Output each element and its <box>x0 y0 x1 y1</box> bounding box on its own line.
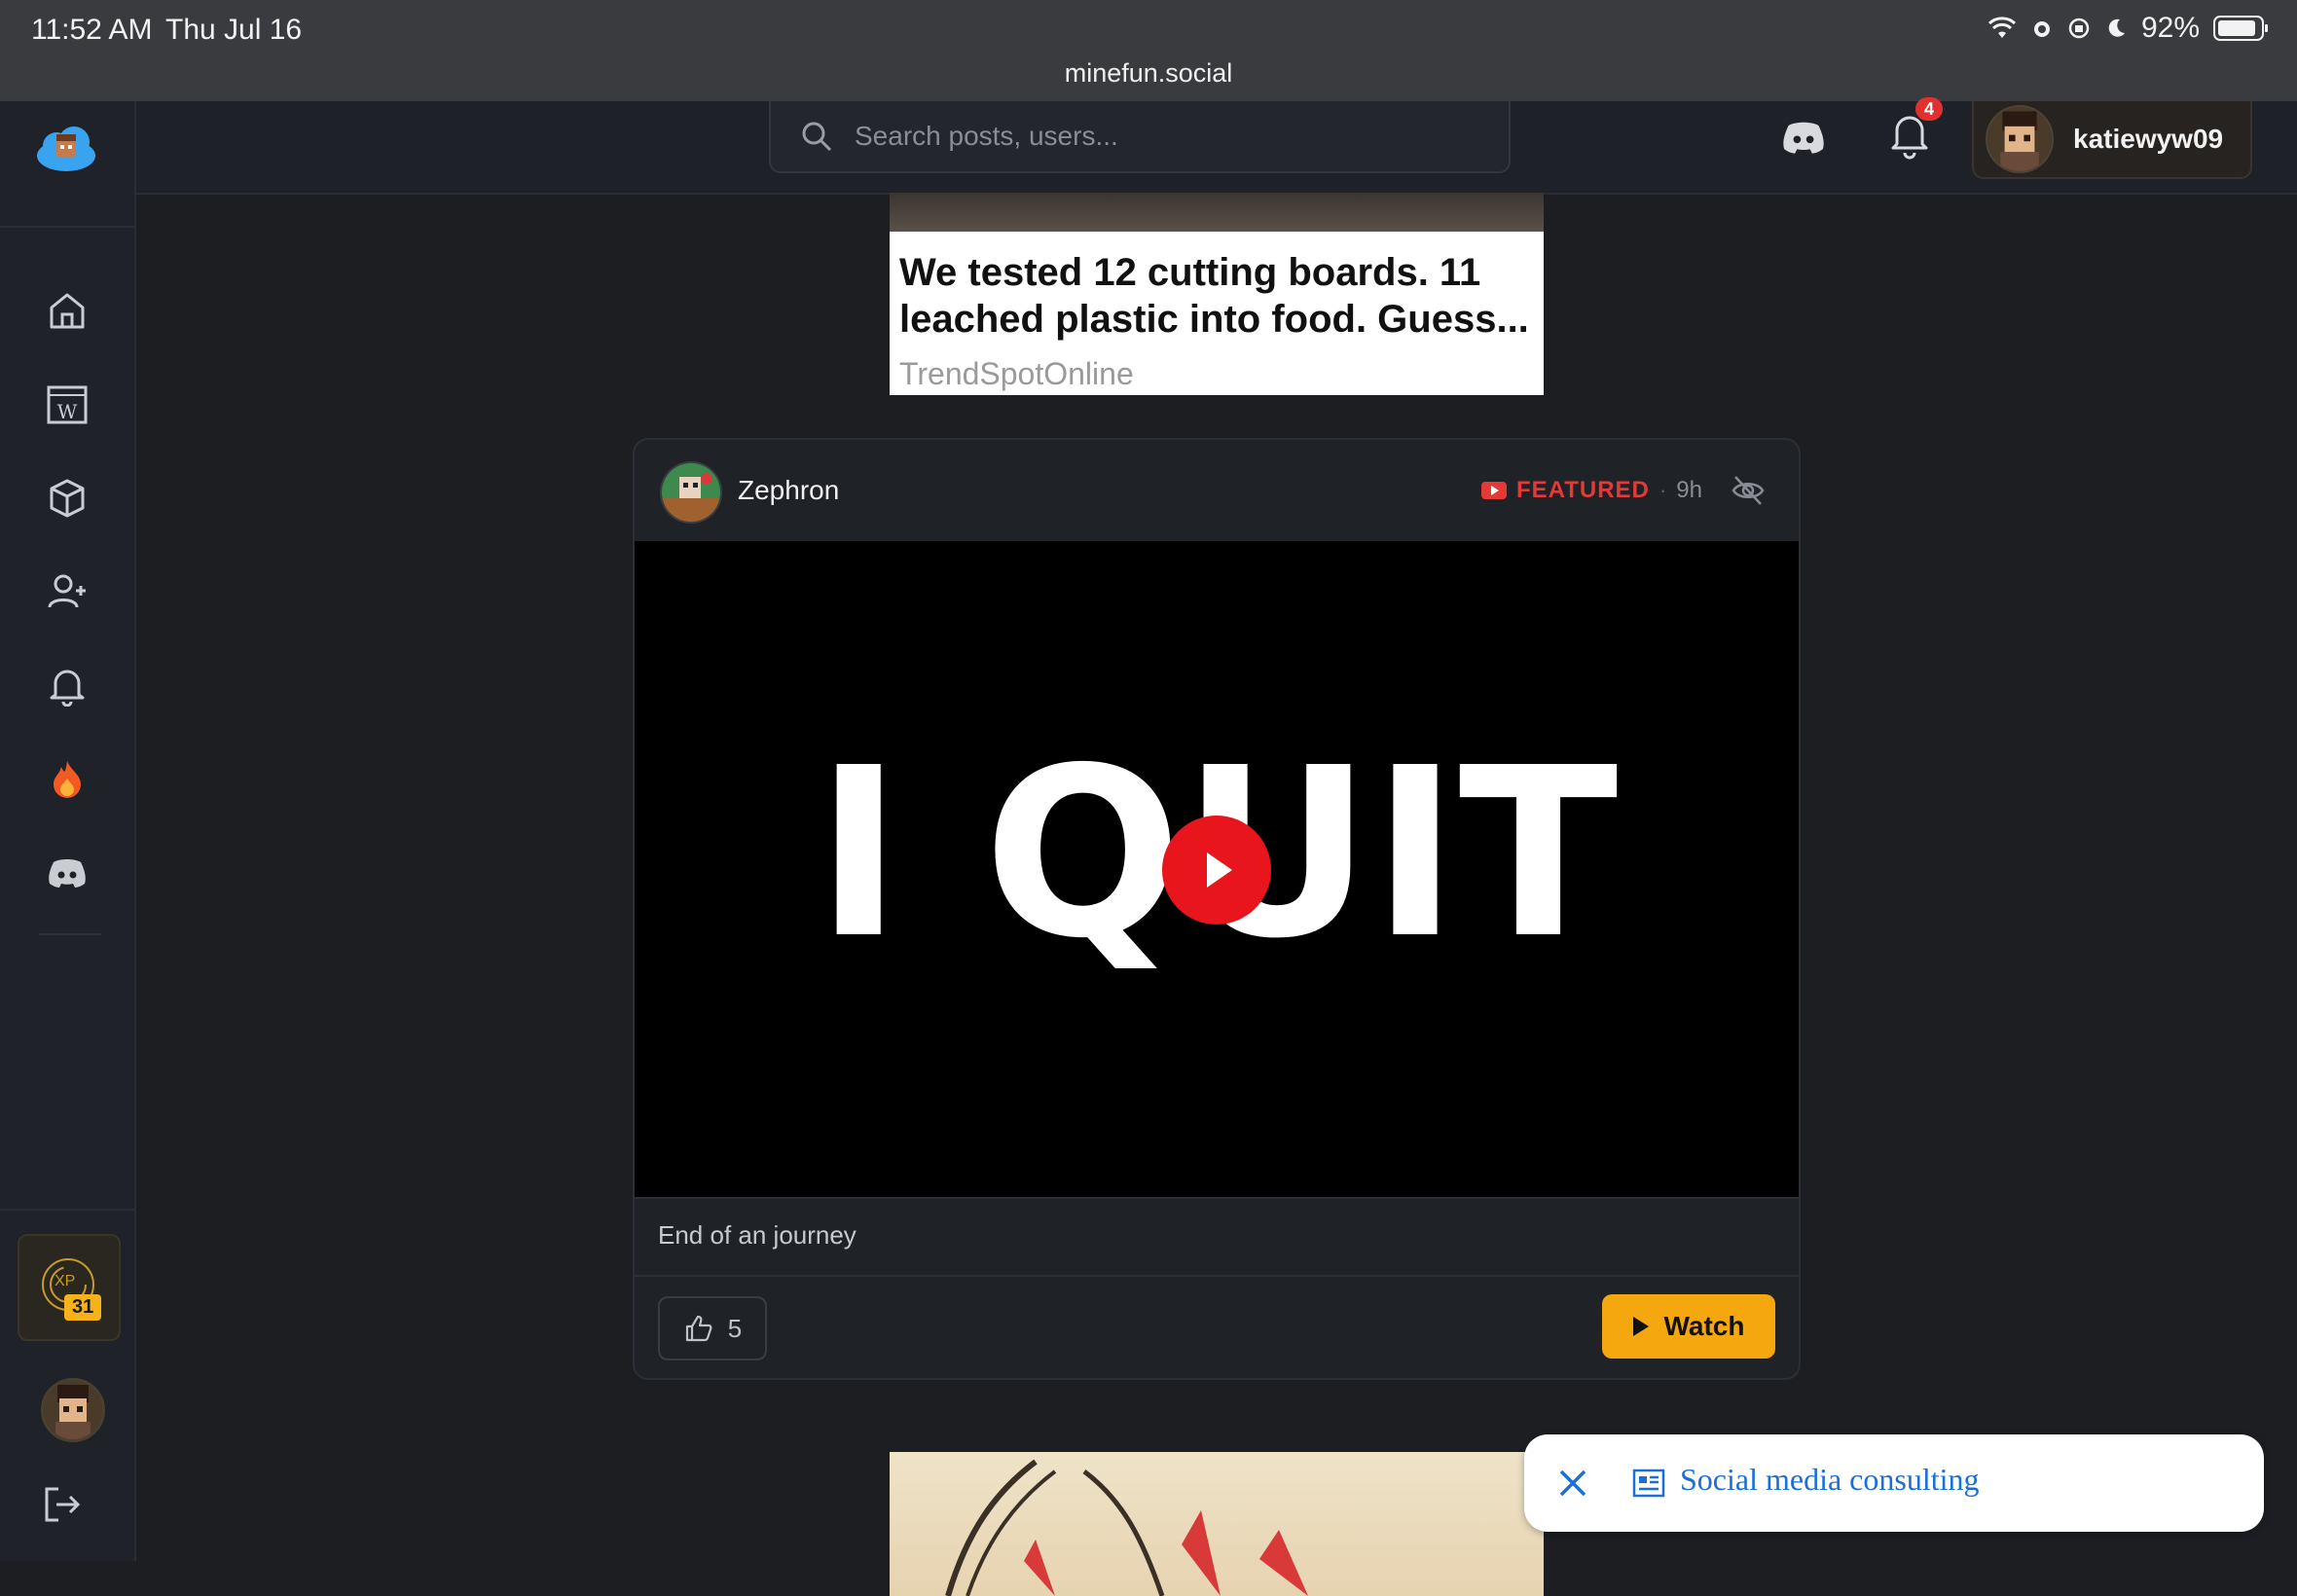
featured-label: FEATURED <box>1516 477 1650 503</box>
sponsored-ad-card[interactable]: We tested 12 cutting boards. 11 leached … <box>890 193 1544 395</box>
ad-title: We tested 12 cutting boards. 11 leached … <box>899 251 1529 341</box>
search-input[interactable] <box>853 120 1440 153</box>
add-user-icon <box>48 574 86 608</box>
home-icon <box>50 293 85 329</box>
post-caption: End of an journey <box>635 1197 1799 1277</box>
sidebar-nav: W <box>0 265 134 919</box>
post-author-name[interactable]: Zephron <box>738 475 839 506</box>
logout-icon[interactable] <box>41 1483 84 1526</box>
sponsored-ad-image[interactable] <box>890 1452 1544 1596</box>
sidebar-item-trending[interactable] <box>0 732 134 825</box>
sidebar-divider-3 <box>0 1209 134 1211</box>
wifi-icon <box>1987 17 2016 38</box>
post-caption-text: End of an journey <box>658 1220 857 1250</box>
discord-icon <box>49 859 86 888</box>
status-time: 11:52 AM <box>31 14 153 46</box>
close-icon[interactable] <box>1551 1462 1594 1505</box>
sidebar-item-discord[interactable] <box>0 825 134 919</box>
battery-icon <box>2213 16 2268 41</box>
video-player[interactable]: I QUIT <box>635 541 1799 1197</box>
post-card: Zephron FEATURED · 9h I QUIT End of an j… <box>633 438 1801 1380</box>
alarm-icon <box>2033 21 2050 37</box>
watch-button[interactable]: Watch <box>1602 1294 1775 1359</box>
username: katiewyw09 <box>2073 124 2224 154</box>
ad-image <box>890 193 1544 232</box>
post-author-avatar[interactable] <box>660 461 722 524</box>
sidebar-item-home[interactable] <box>0 265 134 358</box>
sidebar-avatar[interactable] <box>41 1378 105 1442</box>
search-icon <box>802 122 832 152</box>
post-header: Zephron FEATURED · 9h <box>635 440 1799 541</box>
site-logo-icon[interactable] <box>33 121 99 175</box>
status-date: Thu Jul 16 <box>165 14 303 46</box>
fire-icon <box>54 761 81 798</box>
discord-icon[interactable] <box>1779 115 1828 158</box>
notification-count-badge: 4 <box>1915 97 1943 121</box>
youtube-icon <box>1481 482 1507 499</box>
bell-icon <box>50 670 85 707</box>
sidebar-divider <box>0 226 134 228</box>
top-bar: 4 katiewyw09 <box>136 97 2297 195</box>
post-age: 9h <box>1676 477 1702 503</box>
xp-level-badge: 31 <box>64 1294 102 1321</box>
cube-icon <box>50 479 85 518</box>
play-button[interactable] <box>1162 816 1271 925</box>
eye-off-icon[interactable] <box>1731 473 1766 508</box>
status-icons: 92% <box>1987 12 2268 45</box>
url-bar[interactable]: minefun.social <box>0 58 2297 89</box>
moon-icon <box>2108 18 2125 37</box>
article-icon <box>1632 1469 1665 1498</box>
battery-percent: 92% <box>2140 12 2200 44</box>
meta-separator: · <box>1659 478 1667 502</box>
featured-tag: FEATURED · 9h <box>1481 477 1702 504</box>
sidebar-item-items[interactable] <box>0 452 134 545</box>
sidebar-item-notifications[interactable] <box>0 638 134 732</box>
svg-text:W: W <box>57 400 78 423</box>
watch-label: Watch <box>1663 1311 1745 1341</box>
sidebar-item-friends[interactable] <box>0 545 134 638</box>
user-avatar <box>1986 105 2054 173</box>
wiki-icon: W <box>47 385 88 424</box>
consulting-label: Social media consulting <box>1680 1462 1980 1497</box>
sidebar-item-wiki[interactable]: W <box>0 358 134 452</box>
orientation-lock-icon <box>2068 18 2090 39</box>
xp-label: XP <box>55 1273 76 1289</box>
user-menu-button[interactable]: katiewyw09 <box>1972 101 2252 179</box>
ad-source: TrendSpotOnline <box>899 356 1134 391</box>
like-button[interactable]: 5 <box>658 1296 767 1360</box>
ad-illustration <box>945 1459 1308 1596</box>
thumbs-up-icon <box>685 1315 712 1342</box>
play-icon <box>1632 1317 1649 1336</box>
search-bar[interactable] <box>769 101 1511 173</box>
xp-level-button[interactable]: XP 31 <box>18 1234 121 1341</box>
like-count: 5 <box>727 1313 743 1343</box>
consulting-banner[interactable]: Social media consulting <box>1524 1434 2264 1532</box>
sidebar-divider-2 <box>39 933 101 935</box>
sidebar: W XP 31 <box>0 101 136 1561</box>
avatar-image <box>44 1381 102 1439</box>
status-bar: 11:52 AM Thu Jul 16 92% minefun.social <box>0 0 2297 103</box>
